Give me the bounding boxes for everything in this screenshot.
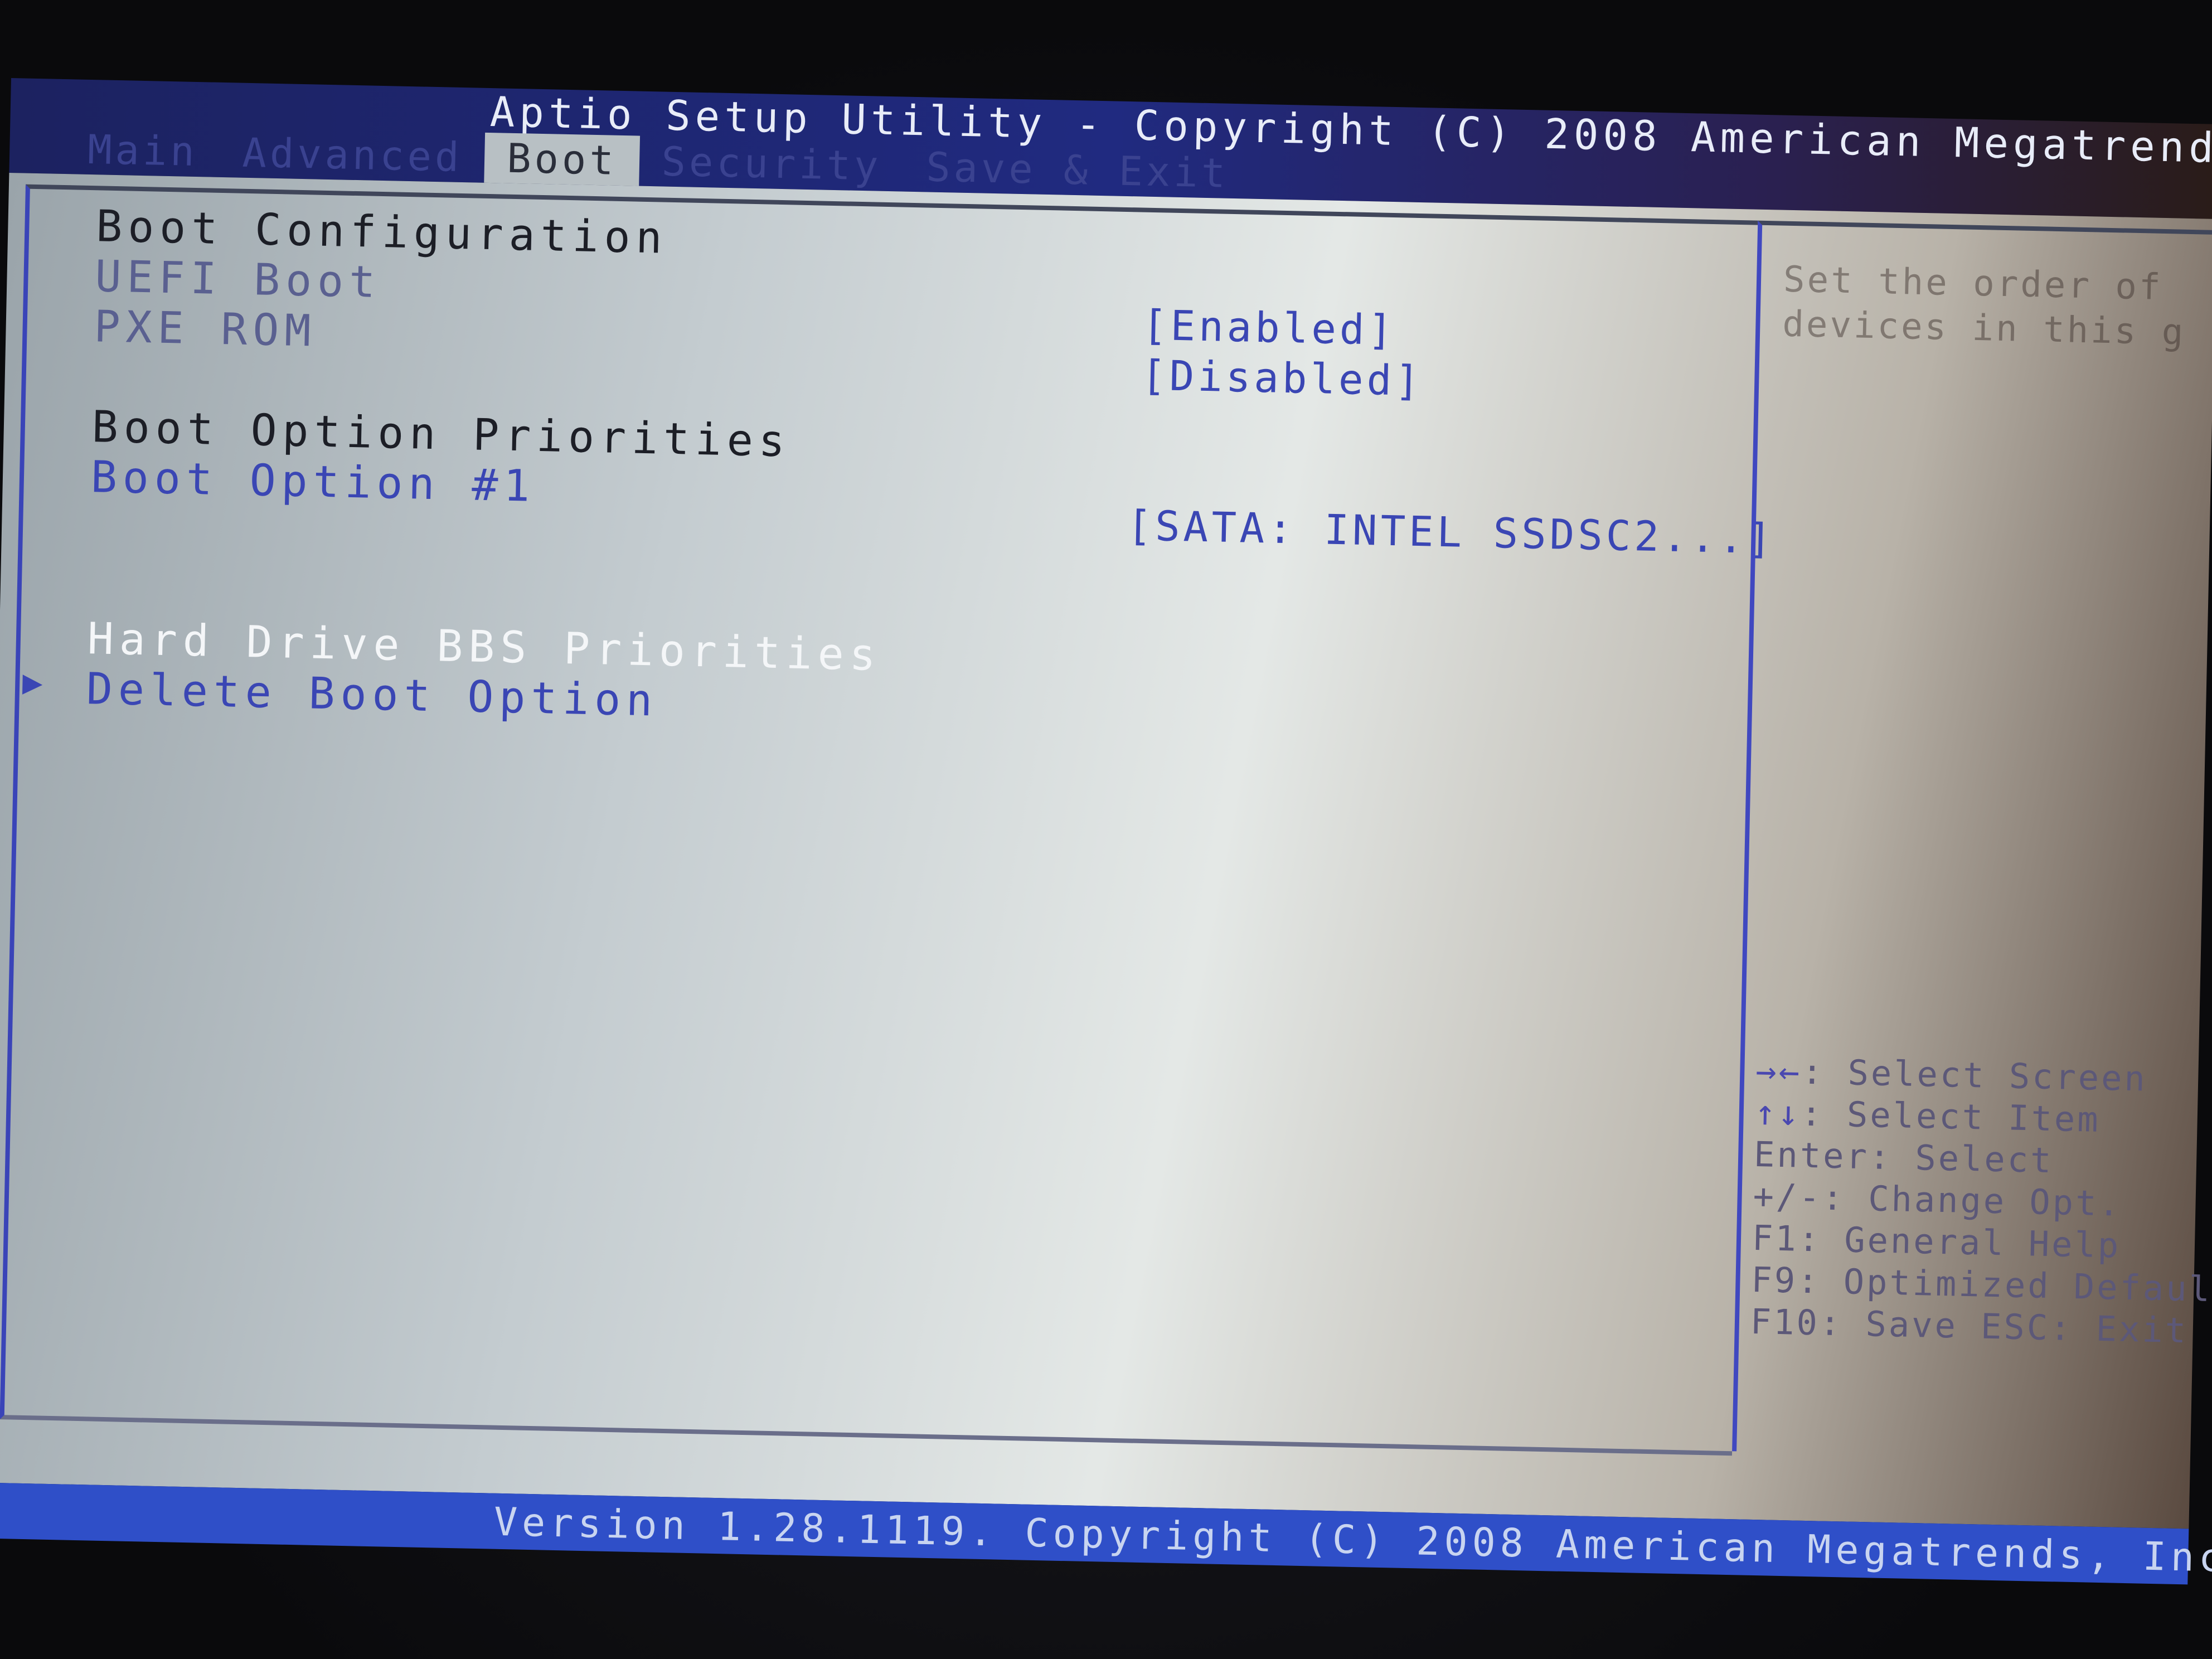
- key-hint-enter: Enter: Select: [1753, 1133, 2054, 1181]
- key-hint-select-screen: →←: Select Screen: [1755, 1050, 2148, 1099]
- setting-uefi-boot-value[interactable]: [Enabled]: [1142, 302, 1396, 355]
- help-description-line: devices in this g: [1782, 303, 2186, 353]
- setting-boot-option-1-value[interactable]: [SATA: INTEL SSDSC2...]: [1127, 502, 1776, 563]
- tab-main[interactable]: Main: [65, 124, 220, 177]
- setup-body: Boot Configuration UEFI Boot [Enabled] P…: [0, 172, 2212, 1529]
- bios-screen: Aptio Setup Utility - Copyright (C) 2008…: [0, 78, 2212, 1585]
- help-panel: Set the order of devices in this g →←: S…: [1732, 220, 2212, 1461]
- setting-pxe-rom[interactable]: PXE ROM: [94, 302, 317, 356]
- key-hint-change-opt: +/-: Change Opt.: [1752, 1175, 2122, 1224]
- setting-boot-option-1[interactable]: Boot Option #1: [90, 452, 536, 512]
- tab-save-exit[interactable]: Save & Exit: [903, 142, 1251, 199]
- photo-background: Aptio Setup Utility - Copyright (C) 2008…: [0, 0, 2212, 1659]
- setting-uefi-boot[interactable]: UEFI Boot: [95, 251, 381, 308]
- tab-boot[interactable]: Boot: [484, 132, 640, 186]
- key-hint-select-item: ↑↓: Select Item: [1754, 1092, 2101, 1140]
- tab-security[interactable]: Security: [639, 136, 905, 192]
- setting-pxe-rom-value[interactable]: [Disabled]: [1141, 352, 1423, 406]
- tab-advanced[interactable]: Advanced: [220, 127, 486, 183]
- key-hint-f10-esc: F10: Save ESC: Exit: [1750, 1301, 2189, 1351]
- help-description-line: Set the order of: [1783, 259, 2164, 308]
- up-down-arrows-icon: ↑↓: [1754, 1092, 1802, 1134]
- main-panel: Boot Configuration UEFI Boot [Enabled] P…: [0, 184, 1776, 1456]
- left-right-arrows-icon: →←: [1755, 1050, 1802, 1092]
- key-hint-f1: F1: General Help: [1752, 1217, 2121, 1266]
- submenu-arrow-icon: ▶: [22, 662, 43, 702]
